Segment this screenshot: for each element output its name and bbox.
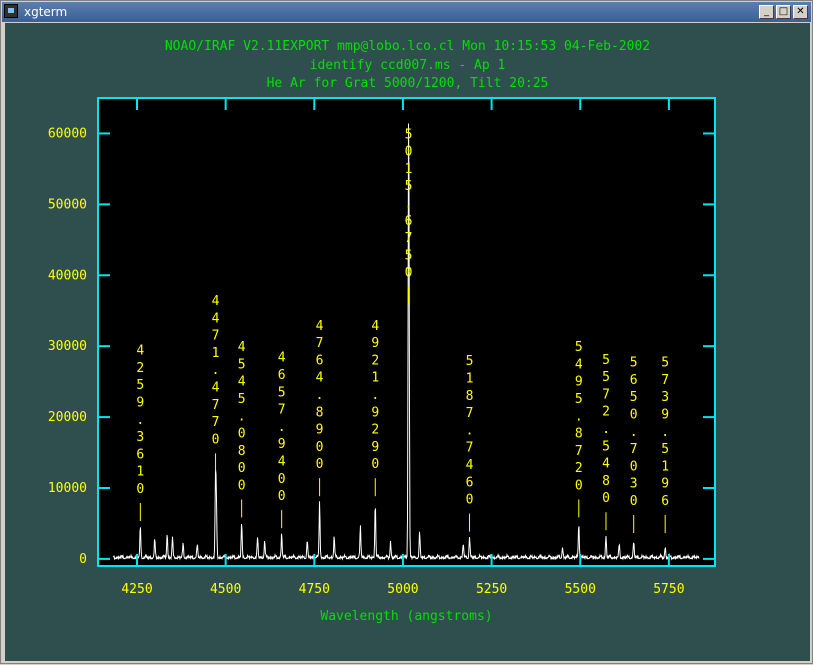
y-tick-label: 40000 — [48, 268, 87, 283]
y-tick-label: 60000 — [48, 126, 87, 141]
svg-text:4259.3610: 4259.3610 — [136, 344, 144, 497]
line-id-label: 5015.6750 — [405, 127, 413, 280]
graphics-terminal[interactable]: NOAO/IRAF V2.11EXPORT mmp@lobo.lco.cl Mo… — [5, 23, 810, 661]
svg-text:5650.7030: 5650.7030 — [630, 356, 638, 509]
line-id-label: 4764.8900 — [316, 319, 324, 472]
y-tick-label: 0 — [79, 552, 87, 567]
line-id-label: 5572.5480 — [602, 353, 610, 506]
line-id-label: 4471.4770 — [212, 294, 220, 447]
svg-text:5572.5480: 5572.5480 — [602, 353, 610, 506]
svg-text:5015.6750: 5015.6750 — [405, 127, 413, 280]
svg-text:5495.8720: 5495.8720 — [575, 340, 583, 493]
y-tick-label: 50000 — [48, 197, 87, 212]
line-id-label: 4259.3610 — [136, 344, 144, 497]
line-id-label: 4657.9400 — [278, 351, 286, 504]
y-tick-label: 30000 — [48, 339, 87, 354]
svg-text:4657.9400: 4657.9400 — [278, 351, 286, 504]
spectrum-plot[interactable]: 4250 4500 4750 5000 5250 5500 5750 0 10000 20000 3… — [1, 1, 813, 665]
x-tick-label: 4500 — [210, 582, 241, 597]
y-tick-label: 10000 — [48, 481, 87, 496]
line-id-label: 5187.7460 — [466, 354, 474, 507]
svg-text:4545.0800: 4545.0800 — [238, 340, 246, 493]
svg-text:4471.4770: 4471.4770 — [212, 294, 220, 447]
x-tick-label: 5750 — [653, 582, 684, 597]
y-tick-label: 20000 — [48, 410, 87, 425]
x-tick-label: 5250 — [476, 582, 507, 597]
svg-text:5187.7460: 5187.7460 — [466, 354, 474, 507]
x-axis-label: Wavelength (angstroms) — [320, 609, 492, 624]
xgterm-window: xgterm _ □ ✕ NOAO/IRAF V2.11EXPORT mmp@l… — [0, 0, 813, 664]
svg-text:4921.9290: 4921.9290 — [371, 319, 379, 472]
x-tick-label: 5000 — [387, 582, 418, 597]
x-tick-label: 4750 — [299, 582, 330, 597]
line-id-label: 5495.8720 — [575, 340, 583, 493]
line-id-label: 5650.7030 — [630, 356, 638, 509]
line-id-label: 4921.9290 — [371, 319, 379, 472]
line-id-label: 4545.0800 — [238, 340, 246, 493]
svg-text:4764.8900: 4764.8900 — [316, 319, 324, 472]
svg-text:5739.5196: 5739.5196 — [661, 356, 669, 509]
x-tick-label: 4250 — [121, 582, 152, 597]
x-tick-label: 5500 — [565, 582, 596, 597]
line-id-label: 5739.5196 — [661, 356, 669, 509]
